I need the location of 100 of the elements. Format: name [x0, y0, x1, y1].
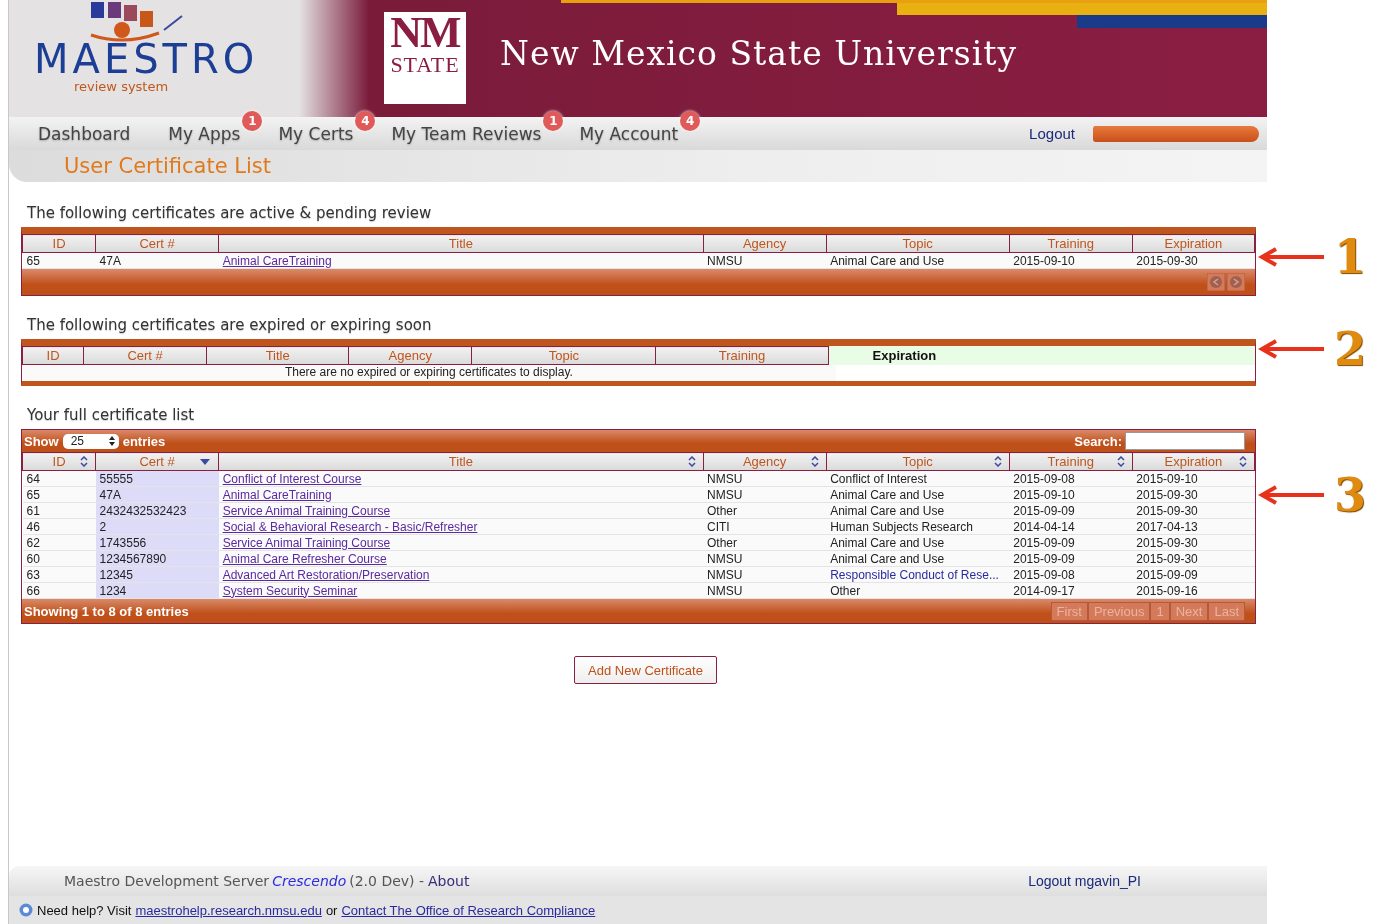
title-link[interactable]: Advanced Art Restoration/Preservation: [222, 567, 430, 582]
table-cell: 66: [22, 582, 96, 599]
column-header[interactable]: Agency: [703, 452, 827, 471]
table-cell: 2015-09-30: [1132, 252, 1255, 269]
table-cell: 2015-09-09: [1009, 534, 1133, 551]
column-header: Cert #: [83, 346, 207, 365]
page-title: User Certificate List: [64, 154, 271, 178]
table-cell: NMSU: [703, 470, 827, 487]
table-cell: CITI: [703, 518, 827, 535]
select-arrows-icon: [108, 436, 115, 446]
table-cell: 47A: [95, 252, 219, 269]
callout-number: 3: [1334, 468, 1366, 522]
university-mark: NM STATE: [384, 12, 466, 104]
help-site-link[interactable]: maestrohelp.research.nmsu.edu: [135, 902, 322, 918]
column-header[interactable]: Title: [218, 452, 704, 471]
column-header: Expiration: [828, 346, 1255, 365]
sort-icon: [993, 456, 1002, 467]
table-cell: 2015-09-16: [1132, 582, 1255, 599]
title-link[interactable]: Animal CareTraining: [222, 487, 332, 502]
arrow-icon: [1258, 339, 1326, 359]
column-header: Training: [1009, 234, 1133, 253]
callout-number: 1: [1334, 230, 1366, 284]
table-cell: 2017-04-13: [1132, 518, 1255, 535]
title-link[interactable]: System Security Seminar: [222, 583, 358, 598]
arrow-icon: [1258, 247, 1326, 267]
title-link[interactable]: Conflict of Interest Course: [222, 471, 362, 486]
page-size-select[interactable]: 25: [62, 433, 119, 449]
section-heading: The following certificates are expired or expiring soon: [26, 316, 433, 334]
column-header: Expiration: [1132, 234, 1255, 253]
table-cell: NMSU: [703, 486, 827, 503]
contact-link[interactable]: Contact The Office of Research Compliance: [341, 902, 596, 918]
column-header[interactable]: ID: [22, 452, 96, 471]
title-link[interactable]: Social & Behavioral Research - Basic/Refresher: [222, 519, 478, 534]
table-cell: Other: [826, 582, 1010, 599]
table-cell: 2014-09-17: [1009, 582, 1133, 599]
table-cell: 2015-09-30: [1132, 550, 1255, 567]
sort-icon: [810, 456, 819, 467]
table-cell: 63: [22, 566, 96, 583]
nav-item[interactable]: Dashboard: [38, 123, 131, 144]
table-cell: 2015-09-10: [1009, 252, 1133, 269]
column-header: ID: [22, 234, 96, 253]
column-header: Title: [206, 346, 349, 365]
column-header: Training: [656, 346, 829, 365]
or-text: or: [325, 902, 338, 918]
university-name: New Mexico State University: [500, 34, 1018, 75]
logout-link[interactable]: Logout mgavin_PI: [1028, 873, 1141, 889]
column-header: Agency: [348, 346, 472, 365]
topic-link[interactable]: Responsible Conduct of Rese...: [830, 567, 999, 582]
table-cell: Other: [703, 502, 827, 519]
add-certificate-button[interactable]: Add New Certificate: [574, 656, 717, 684]
table-cell: 65: [22, 486, 96, 503]
table-cell: 46: [22, 518, 96, 535]
column-header: Topic: [471, 346, 656, 365]
table-cell: Conflict of Interest: [826, 470, 1010, 487]
section-heading: The following certificates are active & pending review: [26, 204, 433, 222]
column-header[interactable]: Expiration: [1132, 452, 1255, 471]
about-link[interactable]: About: [428, 873, 470, 889]
column-header: Topic: [826, 234, 1010, 253]
title-link[interactable]: Animal Care Refresher Course: [222, 551, 387, 566]
entries-label: entries: [122, 433, 166, 449]
callout-number: 2: [1334, 322, 1366, 376]
search-field[interactable]: [1125, 432, 1245, 450]
column-header[interactable]: Topic: [826, 452, 1010, 471]
server-name: Maestro Development Server: [64, 873, 270, 889]
help-text: Need help? Visit: [37, 902, 132, 918]
column-header[interactable]: Training: [1009, 452, 1133, 471]
logo-name: MAESTRO: [34, 38, 259, 80]
sort-icon: [1239, 456, 1247, 467]
column-header: Agency: [703, 234, 827, 253]
show-label: Show: [24, 433, 59, 449]
title-link[interactable]: Service Animal Training Course: [222, 535, 391, 550]
table-cell: 64: [22, 470, 96, 487]
sort-icon: [687, 456, 696, 467]
title-link[interactable]: Animal CareTraining: [222, 253, 332, 268]
help-icon: [19, 903, 33, 917]
column-header: Title: [218, 234, 704, 253]
table-cell: Animal Care and Use: [826, 534, 1010, 551]
table-cell: 2015-09-08: [1009, 470, 1133, 487]
table-cell: 65: [22, 252, 96, 269]
table-cell: NMSU: [703, 550, 827, 567]
section-heading: Your full certificate list: [26, 406, 196, 424]
table-cell: 2015-09-10: [1009, 486, 1133, 503]
column-header: ID: [22, 346, 84, 365]
logout-link[interactable]: Logout: [1029, 125, 1075, 142]
table-cell: Animal Care and Use: [826, 252, 1010, 269]
empty-message: There are no expired or expiring certificates to display.: [22, 365, 836, 381]
prev-next-icon[interactable]: [1207, 273, 1245, 291]
column-header: Cert #: [95, 234, 219, 253]
table-cell: 2015-09-30: [1132, 534, 1255, 551]
version-label: (2.0 Dev) -: [349, 873, 425, 889]
table-cell: Animal Care and Use: [826, 502, 1010, 519]
table-cell: NMSU: [703, 252, 827, 269]
table-cell: Other: [703, 534, 827, 551]
table-cell: 2015-09-08: [1009, 566, 1133, 583]
table-cell: 2015-09-09: [1132, 566, 1255, 583]
title-link[interactable]: Service Animal Training Course: [222, 503, 391, 518]
search-label: Search:: [1074, 433, 1122, 449]
column-header[interactable]: Cert #: [95, 452, 219, 471]
table-cell: 2014-04-14: [1009, 518, 1133, 535]
table-cell: 2015-09-09: [1009, 502, 1133, 519]
